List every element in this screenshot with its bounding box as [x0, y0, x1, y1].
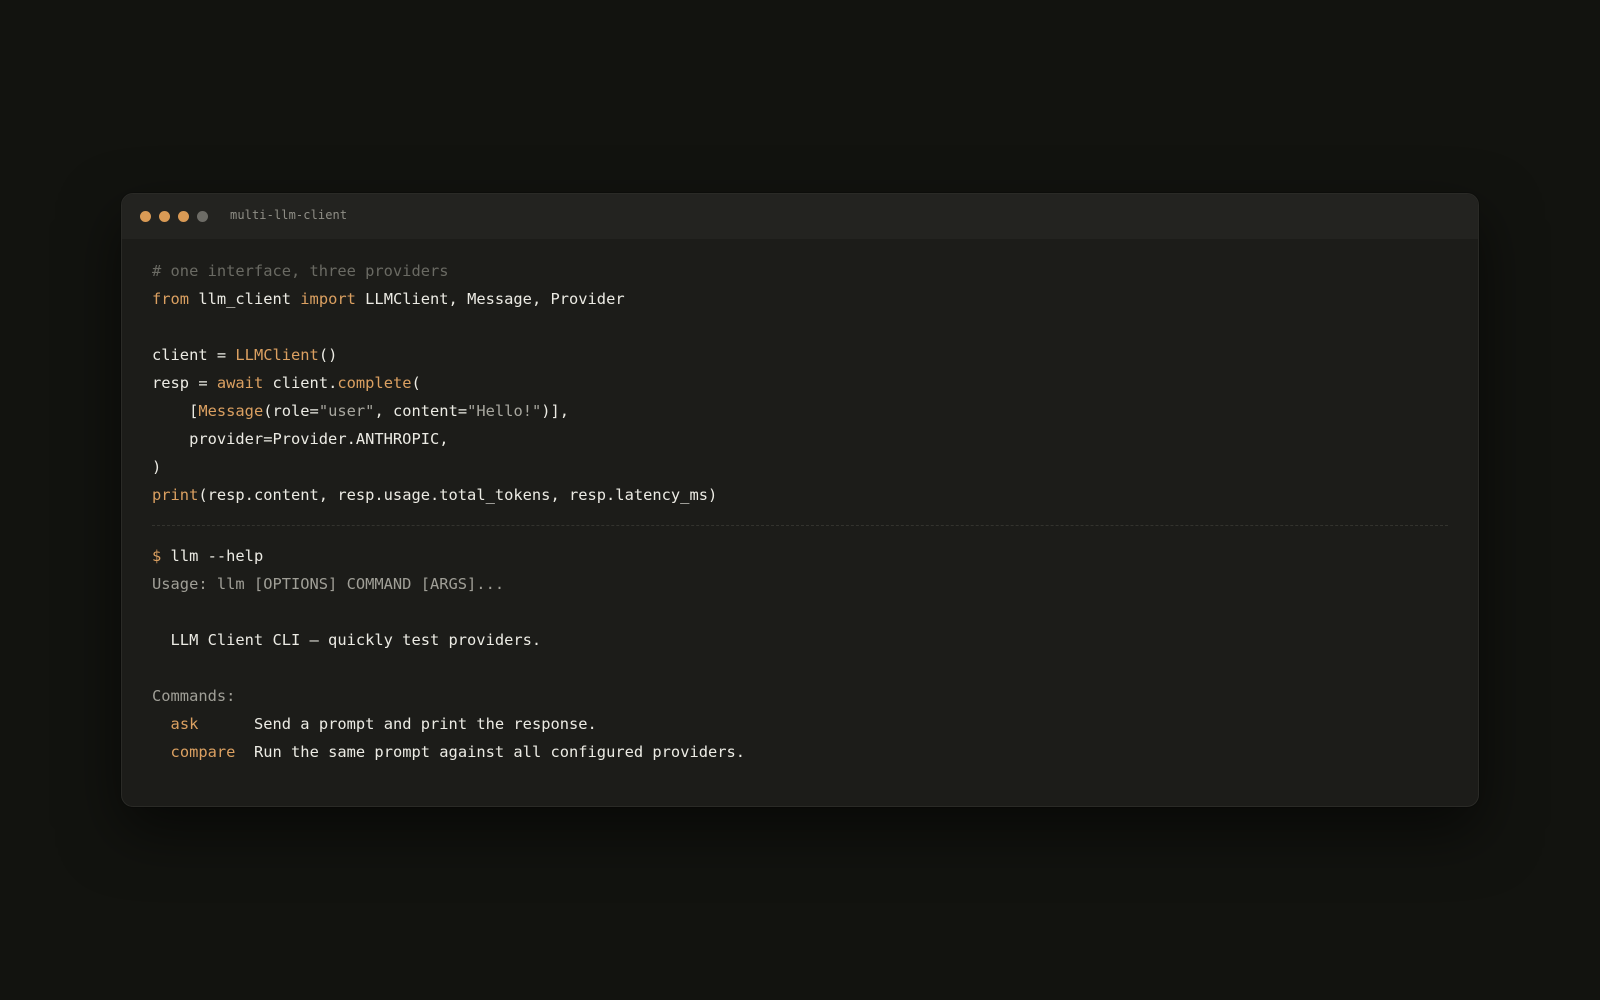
- terminal-blank-1: [152, 598, 1448, 626]
- code-line-comment: # one interface, three providers: [152, 257, 1448, 285]
- window-dot-4[interactable]: [197, 211, 208, 222]
- section-divider: [152, 525, 1448, 526]
- command-pad-ask: [198, 715, 254, 733]
- usage-line: Usage: llm [OPTIONS] COMMAND [ARGS]...: [152, 575, 505, 593]
- window-titlebar: multi-llm-client: [122, 194, 1478, 239]
- message-close: )],: [541, 402, 570, 420]
- code-panel: # one interface, three providers from ll…: [152, 257, 1448, 766]
- open-paren: (: [411, 374, 421, 392]
- print-args: (resp.content, resp.usage.total_tokens, …: [198, 486, 718, 504]
- command-name-compare: compare: [170, 743, 236, 761]
- client-parens: (): [318, 346, 338, 364]
- command-name-ask: ask: [170, 715, 199, 733]
- command-pad-compare: [235, 743, 254, 761]
- shell-prompt: $: [152, 547, 162, 565]
- message-role-value: "user": [318, 402, 375, 420]
- code-comment: # one interface, three providers: [152, 262, 449, 280]
- commands-header: Commands:: [152, 687, 236, 705]
- terminal-window: multi-llm-client # one interface, three …: [121, 193, 1479, 807]
- cli-description: LLM Client CLI — quickly test providers.: [152, 631, 542, 649]
- window-title: multi-llm-client: [230, 208, 348, 222]
- client-assign: client =: [152, 346, 236, 364]
- message-function: Message: [198, 402, 264, 420]
- command-row-ask: ask Send a prompt and print the response…: [152, 710, 1448, 738]
- import-names: LLMClient, Message, Provider: [355, 290, 625, 308]
- code-line-resp: resp = await client.complete(: [152, 369, 1448, 397]
- code-line-provider: provider=Provider.ANTHROPIC,: [152, 430, 449, 448]
- window-dot-1[interactable]: [140, 211, 151, 222]
- message-content-value: "Hello!": [467, 402, 542, 420]
- code-line-client: client = LLMClient(): [152, 341, 1448, 369]
- keyword-import: import: [300, 290, 356, 308]
- message-content-key: , content=: [374, 402, 468, 420]
- message-role-key: (role=: [263, 402, 319, 420]
- command-description-compare: Run the same prompt against all configur…: [253, 743, 746, 761]
- module-name: llm_client: [189, 290, 301, 308]
- client-object: client.: [263, 374, 338, 392]
- shell-command: llm --help: [161, 547, 264, 565]
- terminal-blank-2: [152, 654, 1448, 682]
- terminal-command-line: $ llm --help: [152, 542, 1448, 570]
- code-line-import: from llm_client import LLMClient, Messag…: [152, 285, 1448, 313]
- keyword-await: await: [216, 374, 264, 392]
- code-line-close: ): [152, 458, 162, 476]
- window-dot-3[interactable]: [178, 211, 189, 222]
- code-line-message: [Message(role="user", content="Hello!")]…: [152, 397, 1448, 425]
- print-function: print: [152, 486, 199, 504]
- keyword-from: from: [152, 290, 190, 308]
- resp-assign: resp =: [152, 374, 217, 392]
- message-indent: [: [152, 402, 199, 420]
- command-row-compare: compare Run the same prompt against all …: [152, 738, 1448, 766]
- complete-function: complete: [337, 374, 412, 392]
- command-description-ask: Send a prompt and print the response.: [253, 715, 597, 733]
- code-line-print: print(resp.content, resp.usage.total_tok…: [152, 481, 1448, 509]
- window-dot-2[interactable]: [159, 211, 170, 222]
- client-constructor: LLMClient: [235, 346, 319, 364]
